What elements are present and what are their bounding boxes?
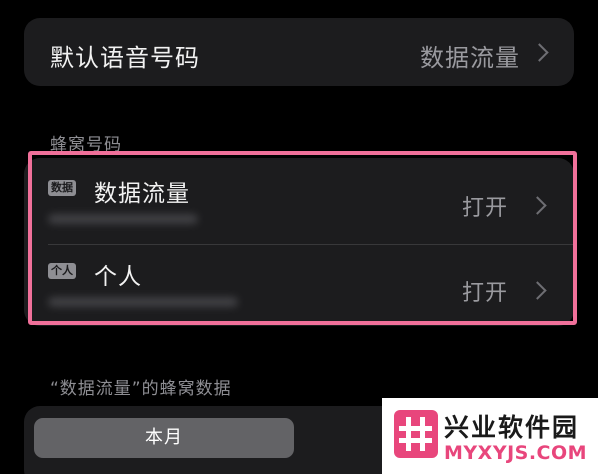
hash-logo-icon	[394, 410, 438, 458]
chevron-right-icon	[530, 43, 549, 62]
default-voice-number-value: 数据流量	[420, 44, 520, 72]
default-voice-number-row[interactable]: 默认语音号码 数据流量	[24, 18, 574, 86]
watermark-url: MYXYJS.COM	[444, 442, 588, 464]
watermark: 兴业软件园 MYXYJS.COM	[382, 398, 598, 474]
watermark-title: 兴业软件园	[444, 413, 580, 442]
default-voice-number-label: 默认语音号码	[50, 44, 200, 72]
segment-this-month[interactable]: 本月	[34, 418, 294, 458]
highlight-box	[28, 151, 577, 325]
cellular-data-usage-header: “数据流量”的蜂窝数据	[50, 379, 232, 399]
settings-screen: 默认语音号码 数据流量 蜂窝号码 数据 数据流量 打开 个人 个人 打开 “数据…	[0, 0, 598, 474]
